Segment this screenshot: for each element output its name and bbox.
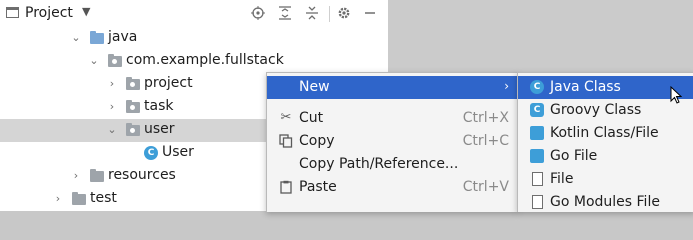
new-submenu: C Java Class C Groovy Class Kotlin Class…: [517, 72, 693, 212]
chevron-down-icon[interactable]: ⌄: [70, 31, 82, 44]
menu-item-shortcut: Ctrl+V: [462, 179, 509, 195]
chevron-right-icon: ›: [504, 79, 509, 93]
tree-item-label: com.example.fullstack: [126, 52, 284, 68]
menu-item-shortcut: Ctrl+C: [462, 133, 509, 149]
tree-row-java[interactable]: ⌄ java: [0, 27, 388, 50]
tree-item-label: resources: [108, 167, 176, 183]
tree-item-label: project: [144, 75, 193, 91]
package-icon: [126, 123, 140, 136]
folder-icon: [72, 192, 86, 205]
gear-icon[interactable]: [334, 3, 354, 23]
tree-item-label: task: [144, 98, 174, 114]
tree-item-label: User: [162, 144, 194, 160]
paste-icon: [279, 180, 293, 194]
chevron-right-icon[interactable]: ›: [106, 100, 118, 113]
menu-item-cut[interactable]: ✂ Cut Ctrl+X: [267, 107, 517, 130]
groovy-class-icon: C: [530, 103, 544, 117]
tree-row-package[interactable]: ⌄ com.example.fullstack: [0, 50, 388, 73]
submenu-item-label: Kotlin Class/File: [550, 125, 659, 141]
package-icon: [126, 77, 140, 90]
scissors-icon: ✂: [280, 110, 292, 125]
submenu-item-label: Groovy Class: [550, 102, 642, 118]
menu-item-paste[interactable]: Paste Ctrl+V: [267, 176, 517, 199]
context-menu: New › ✂ Cut Ctrl+X Copy Ctrl+C Copy Path…: [266, 72, 518, 212]
java-class-icon: C: [144, 146, 158, 160]
package-icon: [126, 100, 140, 113]
submenu-item-go-file[interactable]: Go File: [518, 145, 693, 168]
expand-all-icon[interactable]: [275, 3, 295, 23]
chevron-down-icon[interactable]: ▼: [82, 5, 90, 18]
submenu-item-label: Go Modules File: [550, 194, 660, 210]
menu-item-label: Copy Path/Reference...: [299, 156, 459, 172]
chevron-down-icon[interactable]: ⌄: [106, 123, 118, 136]
package-icon: [108, 54, 122, 67]
kotlin-file-icon: [530, 126, 544, 140]
go-file-icon: [530, 149, 544, 163]
menu-item-new[interactable]: New ›: [267, 76, 517, 99]
locate-icon[interactable]: [248, 3, 268, 23]
menu-item-copy-path[interactable]: Copy Path/Reference...: [267, 153, 517, 176]
submenu-item-label: Go File: [550, 148, 598, 164]
header-divider: [329, 6, 330, 22]
collapse-all-icon[interactable]: [302, 3, 322, 23]
source-folder-icon: [90, 31, 104, 44]
tree-item-label: test: [90, 190, 117, 206]
chevron-right-icon[interactable]: ›: [70, 169, 82, 182]
menu-item-copy[interactable]: Copy Ctrl+C: [267, 130, 517, 153]
submenu-item-label: File: [550, 171, 574, 187]
tree-item-label: user: [144, 121, 175, 137]
submenu-item-java-class[interactable]: C Java Class: [518, 76, 693, 99]
menu-item-shortcut: Ctrl+X: [462, 110, 509, 126]
go-modules-file-icon: [532, 195, 543, 209]
chevron-down-icon[interactable]: ⌄: [88, 54, 100, 67]
menu-item-label: Cut: [299, 110, 324, 126]
tree-item-label: java: [108, 29, 138, 45]
panel-title[interactable]: Project: [25, 5, 73, 21]
submenu-item-label: Java Class: [550, 79, 621, 95]
mouse-cursor-icon: [670, 86, 682, 104]
resources-folder-icon: [90, 169, 104, 182]
menu-item-label: Copy: [299, 133, 335, 149]
file-icon: [532, 172, 543, 186]
java-class-icon: C: [530, 80, 544, 94]
project-view-icon: [6, 7, 19, 18]
submenu-item-file[interactable]: File: [518, 168, 693, 191]
submenu-item-go-modules[interactable]: Go Modules File: [518, 191, 693, 214]
copy-icon: [279, 134, 293, 148]
submenu-item-kotlin[interactable]: Kotlin Class/File: [518, 122, 693, 145]
menu-item-label: New: [299, 79, 330, 95]
chevron-right-icon[interactable]: ›: [106, 77, 118, 90]
minimize-icon[interactable]: [360, 3, 380, 23]
menu-item-label: Paste: [299, 179, 337, 195]
panel-header: Project ▼: [0, 0, 388, 28]
chevron-right-icon[interactable]: ›: [52, 192, 64, 205]
submenu-item-groovy-class[interactable]: C Groovy Class: [518, 99, 693, 122]
